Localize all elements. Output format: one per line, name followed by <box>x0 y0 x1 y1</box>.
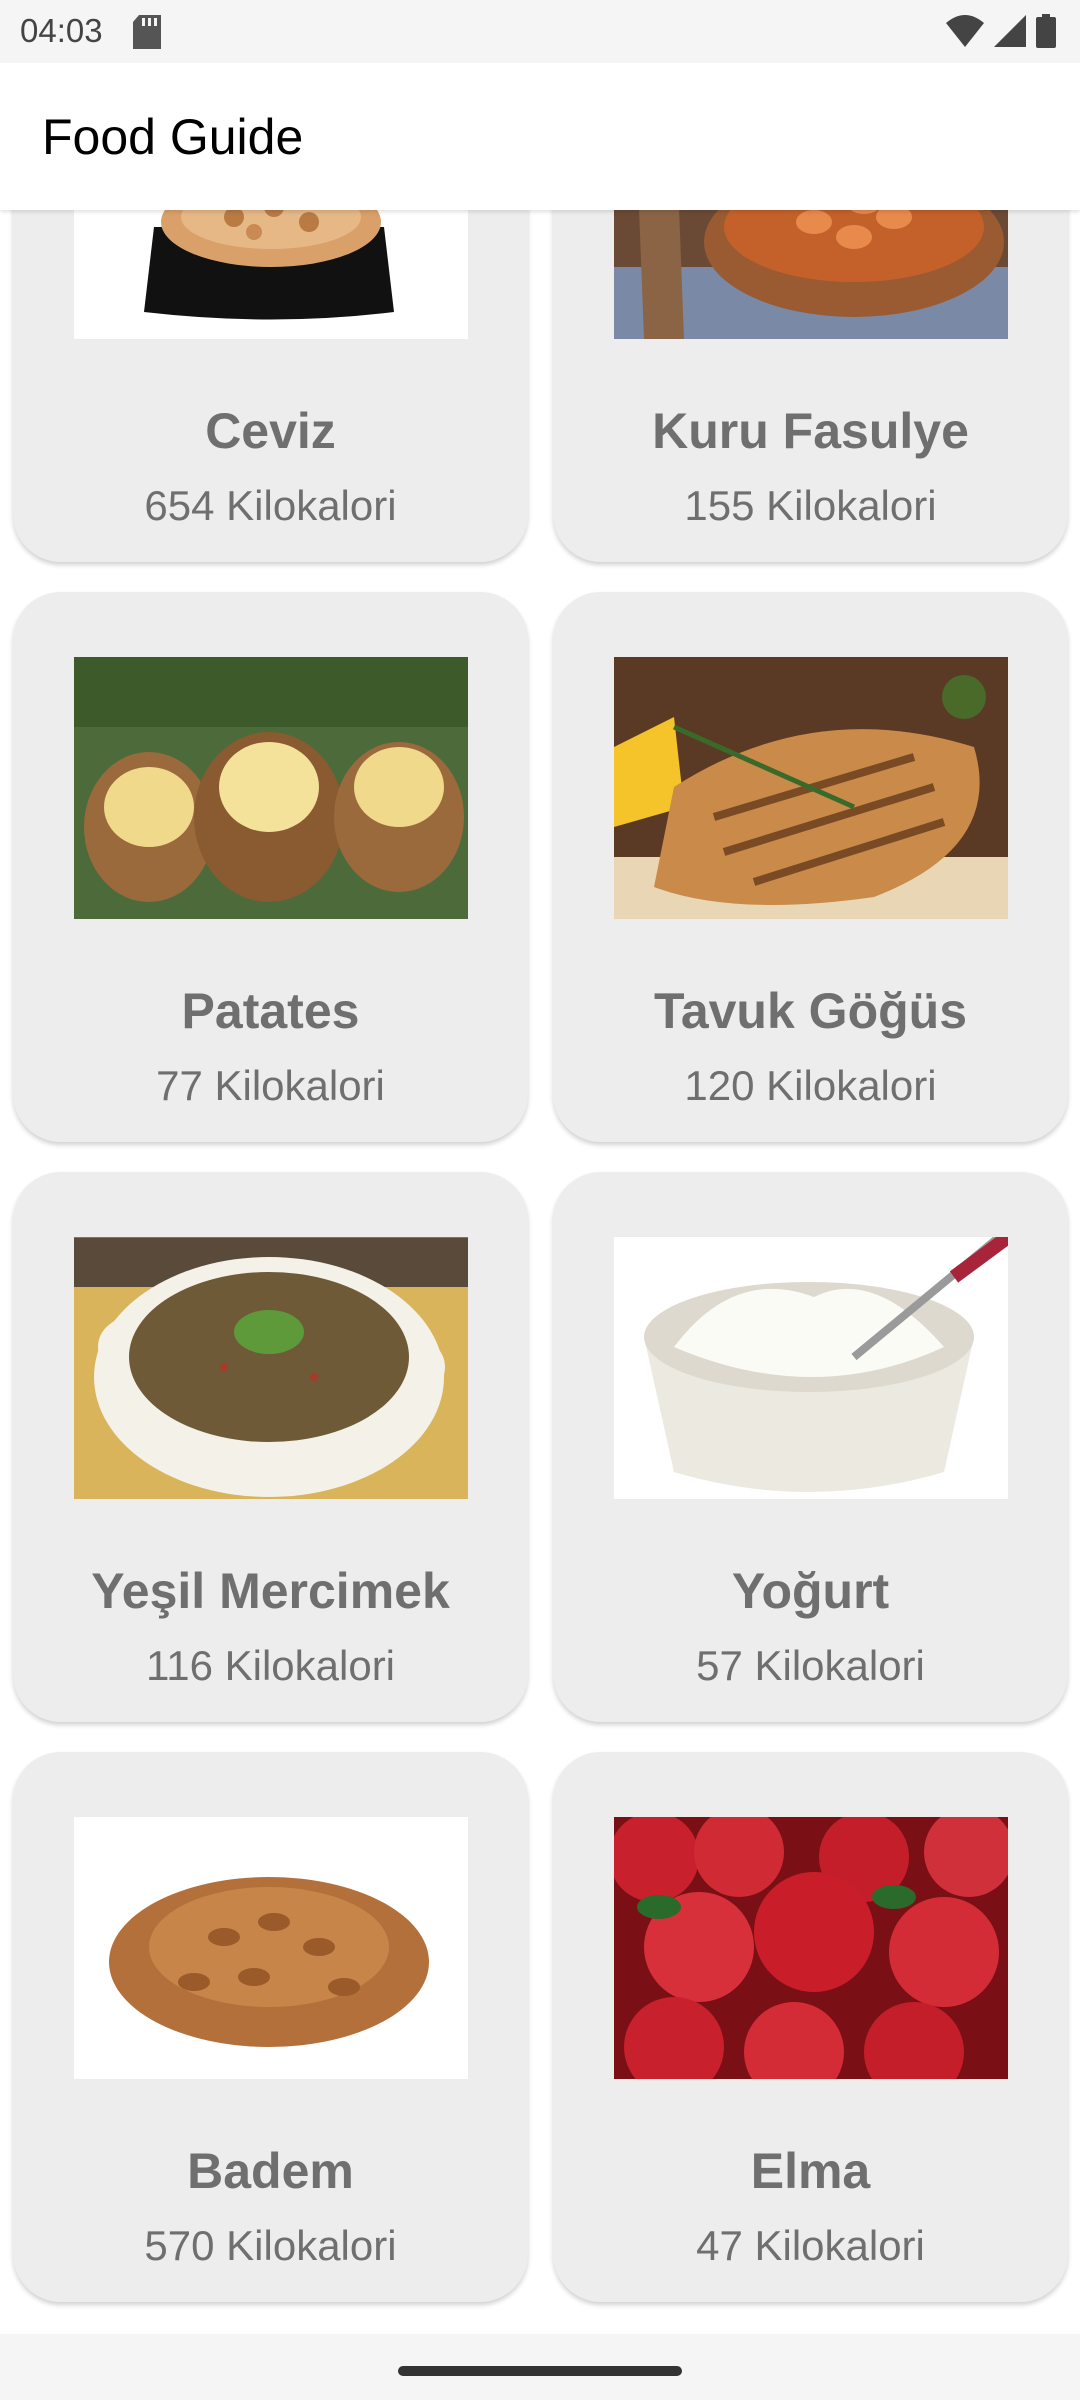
food-card-badem[interactable]: Badem 570 Kilokalori <box>13 1752 528 2302</box>
food-calories: 57 Kilokalori <box>696 1642 925 1689</box>
app-bar: Food Guide <box>0 63 1080 210</box>
wifi-icon <box>946 15 984 47</box>
food-card-kuru-fasulye[interactable]: Kuru Fasulye 155 Kilokalori <box>553 210 1068 562</box>
yogurt-image <box>614 1237 1008 1499</box>
lentil-image <box>74 1237 468 1499</box>
food-name: Elma <box>750 2143 871 2199</box>
food-calories: 77 Kilokalori <box>156 1062 385 1109</box>
signal-icon <box>994 15 1026 47</box>
chicken-image <box>614 657 1008 919</box>
beans-image <box>614 210 1008 339</box>
home-gesture-handle[interactable] <box>398 2366 682 2376</box>
food-grid-scroll[interactable]: Ceviz 654 Kilokalori Kuru Fasulye 155 Ki… <box>0 210 1080 2334</box>
food-name: Patates <box>181 983 360 1039</box>
page-title: Food Guide <box>42 109 304 165</box>
food-calories: 570 Kilokalori <box>144 2222 397 2269</box>
food-calories: 116 Kilokalori <box>145 1642 396 1689</box>
food-name: Yeşil Mercimek <box>91 1563 450 1619</box>
food-card-patates[interactable]: Patates 77 Kilokalori <box>13 592 528 1142</box>
food-card-tavuk-gogus[interactable]: Tavuk Göğüs 120 Kilokalori <box>553 592 1068 1142</box>
food-card-elma[interactable]: Elma 47 Kilokalori <box>553 1752 1068 2302</box>
potato-image <box>74 657 468 919</box>
food-name: Tavuk Göğüs <box>653 983 967 1039</box>
navigation-bar <box>0 2334 1080 2400</box>
food-card-yesil-mercimek[interactable]: Yeşil Mercimek 116 Kilokalori <box>13 1172 528 1722</box>
battery-icon <box>1036 14 1056 48</box>
food-calories: 654 Kilokalori <box>144 482 397 529</box>
food-calories: 120 Kilokalori <box>684 1062 937 1109</box>
status-time: 04:03 <box>20 12 103 49</box>
sd-card-icon <box>133 15 161 49</box>
apple-image <box>614 1817 1008 2079</box>
food-name: Badem <box>187 2143 354 2199</box>
food-name: Ceviz <box>205 403 336 459</box>
food-name: Yoğurt <box>731 1563 890 1619</box>
food-calories: 47 Kilokalori <box>696 2222 925 2269</box>
food-card-yogurt[interactable]: Yoğurt 57 Kilokalori <box>553 1172 1068 1722</box>
status-bar: 04:03 <box>0 0 1080 63</box>
almond-image <box>74 1817 468 2079</box>
food-card-ceviz[interactable]: Ceviz 654 Kilokalori <box>13 210 528 562</box>
food-name: Kuru Fasulye <box>652 403 969 459</box>
food-calories: 155 Kilokalori <box>684 482 937 529</box>
walnut-image <box>74 210 468 339</box>
